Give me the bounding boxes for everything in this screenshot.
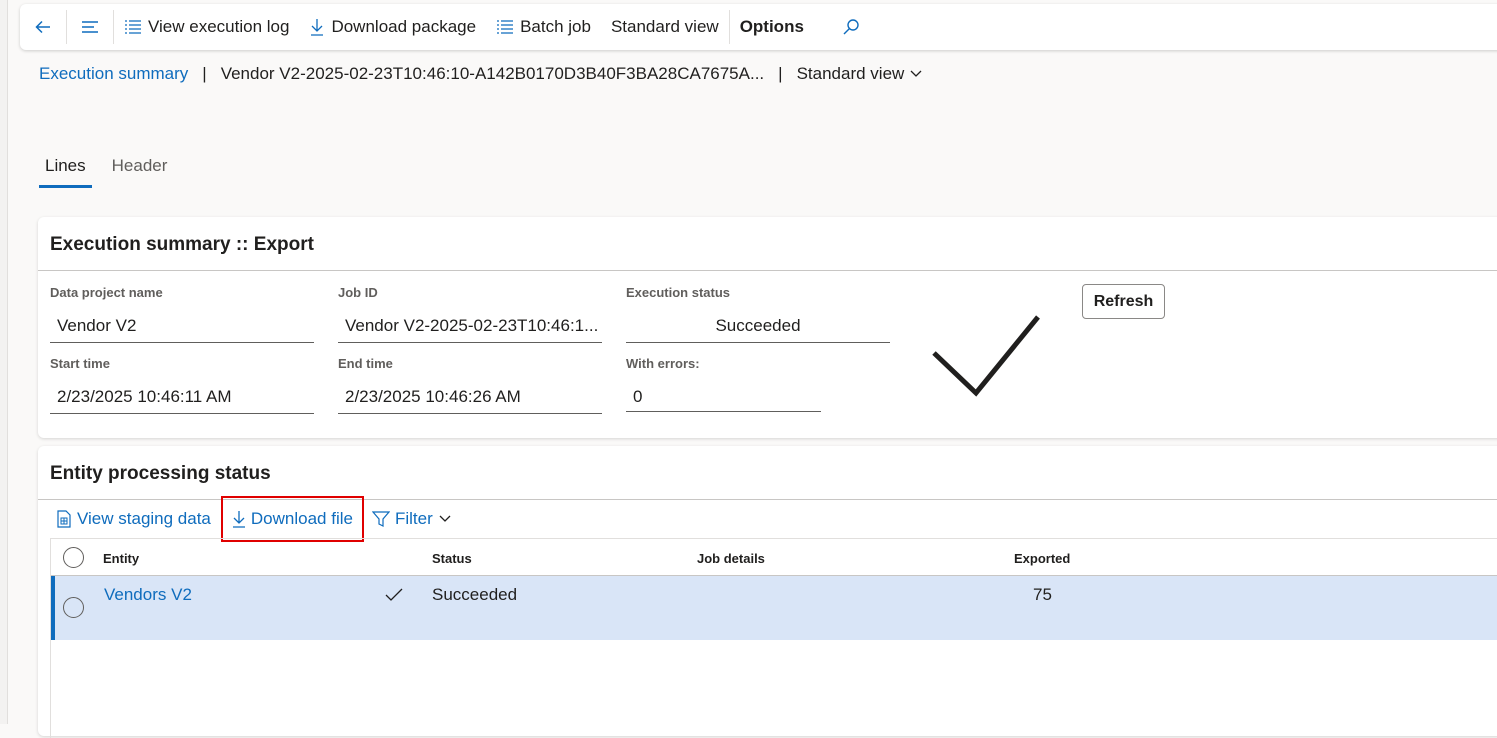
options-label: Options	[739, 17, 804, 36]
hamburger-menu-icon	[82, 21, 98, 33]
tab-header[interactable]: Header	[106, 152, 174, 188]
download-file-label: Download file	[250, 509, 353, 528]
data-project-name-label: Data project name	[50, 285, 163, 300]
document-table-icon	[57, 510, 71, 528]
job-id-label: Job ID	[338, 285, 378, 300]
breadcrumb-separator: |	[778, 64, 783, 83]
table-row[interactable]: Vendors V2 Succeeded 75	[51, 576, 1497, 640]
menu-button[interactable]	[67, 4, 113, 50]
with-errors-label: With errors:	[626, 356, 700, 371]
download-icon	[232, 511, 245, 528]
column-header-job-details[interactable]: Job details	[697, 551, 765, 566]
download-file-button[interactable]: Download file	[220, 496, 364, 542]
options-tab[interactable]: Options	[730, 4, 814, 50]
select-all-radio[interactable]	[63, 547, 84, 568]
action-pane: View execution log Download package Batc…	[20, 4, 1497, 50]
chevron-down-icon	[439, 515, 451, 522]
column-header-exported[interactable]: Exported	[1014, 551, 1070, 566]
row-exported-count: 75	[1033, 585, 1052, 604]
checkmark-icon	[385, 588, 403, 601]
tab-strip: Lines Header	[39, 152, 187, 188]
filter-label: Filter	[394, 509, 433, 528]
tab-lines[interactable]: Lines	[39, 152, 92, 188]
download-package-button[interactable]: Download package	[299, 4, 486, 50]
filter-button[interactable]: Filter	[366, 499, 462, 539]
row-select-radio[interactable]	[63, 597, 84, 618]
filter-icon	[371, 511, 390, 527]
entity-processing-status-card: Entity processing status View staging da…	[38, 446, 1497, 738]
execution-status-field: Execution status Succeeded	[626, 285, 890, 343]
left-nav-edge	[0, 0, 8, 724]
list-icon	[125, 20, 141, 34]
breadcrumb: Execution summary | Vendor V2-2025-02-23…	[39, 64, 922, 84]
entity-toolbar: View staging data Download file Filter	[38, 496, 462, 542]
start-time-label: Start time	[50, 356, 110, 371]
entity-name-link[interactable]: Vendors V2	[104, 585, 192, 605]
job-id-input[interactable]: Vendor V2-2025-02-23T10:46:1...	[338, 311, 602, 343]
end-time-label: End time	[338, 356, 393, 371]
chevron-down-icon	[910, 70, 922, 77]
execution-summary-card: Execution summary :: Export Data project…	[38, 217, 1497, 438]
view-staging-data-button[interactable]: View staging data	[50, 499, 217, 539]
standard-view-label: Standard view	[610, 17, 719, 36]
view-staging-data-label: View staging data	[77, 509, 211, 528]
execution-status-input[interactable]: Succeeded	[626, 311, 890, 343]
download-package-label: Download package	[331, 17, 477, 36]
data-project-name-field: Data project name Vendor V2	[50, 285, 314, 343]
grid-header: Entity Status Job details Exported	[51, 538, 1497, 576]
execution-summary-title: Execution summary :: Export	[50, 234, 314, 255]
column-header-entity[interactable]: Entity	[103, 551, 139, 566]
column-header-status[interactable]: Status	[432, 551, 472, 566]
end-time-input[interactable]: 2/23/2025 10:46:26 AM	[338, 382, 602, 414]
search-button[interactable]	[828, 4, 874, 50]
execution-status-label: Execution status	[626, 285, 731, 300]
with-errors-field: With errors: 0	[626, 356, 821, 412]
back-arrow-icon	[35, 20, 50, 34]
entity-grid: Entity Status Job details Exported Vendo…	[50, 538, 1497, 738]
refresh-button[interactable]: Refresh	[1082, 284, 1165, 319]
row-status: Succeeded	[432, 585, 518, 604]
view-selector[interactable]: Standard view	[797, 64, 923, 84]
view-selector-label: Standard view	[796, 64, 905, 83]
batch-job-label: Batch job	[520, 17, 591, 36]
view-execution-log-button[interactable]: View execution log	[114, 4, 299, 50]
list-icon	[497, 20, 514, 34]
breadcrumb-separator: |	[202, 64, 207, 83]
data-project-name-input[interactable]: Vendor V2	[50, 311, 314, 343]
view-execution-log-label: View execution log	[148, 17, 290, 36]
breadcrumb-record-title: Vendor V2-2025-02-23T10:46:10-A142B0170D…	[220, 64, 765, 83]
search-icon	[843, 19, 859, 35]
checkmark-icon	[932, 315, 1040, 397]
download-icon	[311, 19, 324, 36]
card-divider	[38, 270, 1497, 271]
end-time-field: End time 2/23/2025 10:46:26 AM	[338, 356, 602, 414]
start-time-input[interactable]: 2/23/2025 10:46:11 AM	[50, 382, 314, 414]
breadcrumb-execution-summary-link[interactable]: Execution summary	[39, 64, 188, 84]
back-button[interactable]	[20, 4, 66, 50]
standard-view-button[interactable]: Standard view	[601, 4, 729, 50]
with-errors-input[interactable]: 0	[626, 382, 821, 412]
start-time-field: Start time 2/23/2025 10:46:11 AM	[50, 356, 314, 414]
job-id-field: Job ID Vendor V2-2025-02-23T10:46:1...	[338, 285, 602, 343]
batch-job-button[interactable]: Batch job	[486, 4, 601, 50]
entity-processing-status-title: Entity processing status	[50, 463, 271, 484]
